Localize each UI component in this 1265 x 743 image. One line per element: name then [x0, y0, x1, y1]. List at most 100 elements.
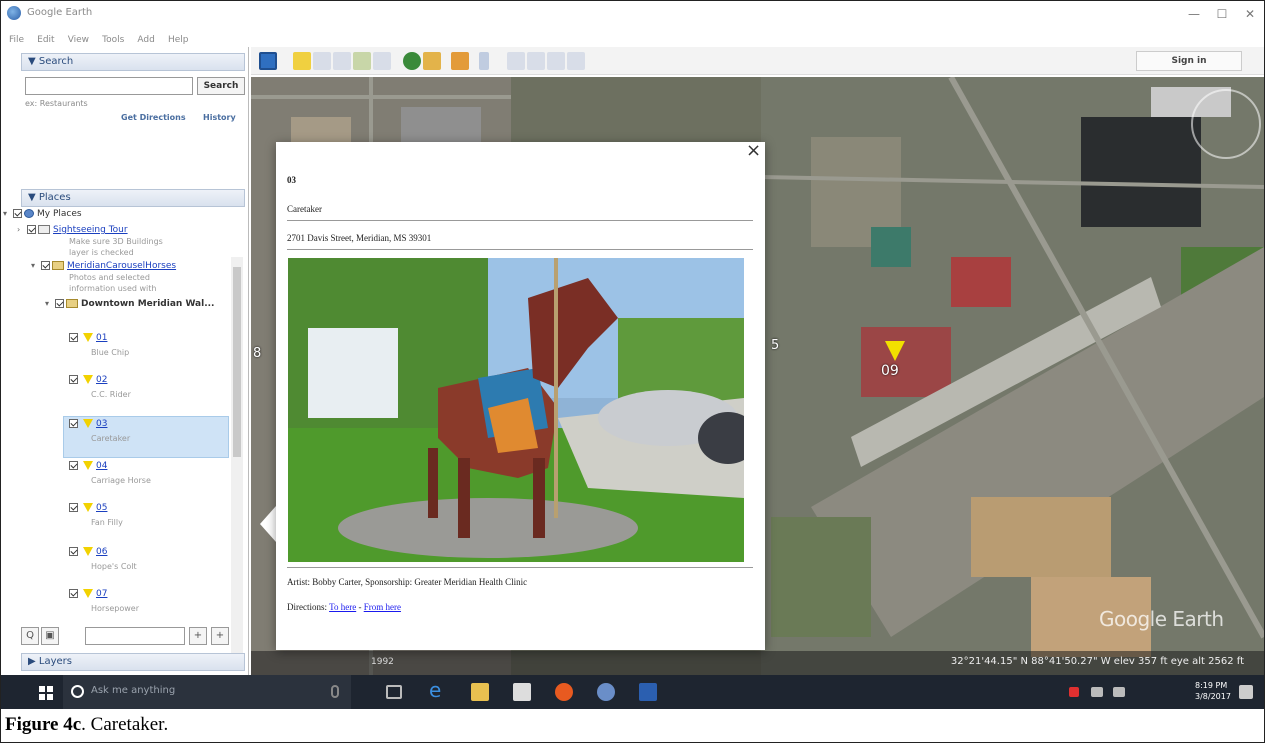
microphone-icon[interactable] [331, 685, 339, 698]
email-icon[interactable] [507, 52, 525, 70]
menu-file[interactable]: File [9, 35, 24, 45]
place-item-06[interactable]: 06 [69, 547, 107, 557]
tree-sightseeing-tour[interactable]: › Sightseeing Tour [17, 225, 128, 235]
place-item-01[interactable]: 01 [69, 333, 107, 343]
google-earth-watermark: Google Earth [1099, 607, 1224, 631]
directions-separator: - [356, 602, 364, 612]
map-label-mid: 5 [771, 338, 780, 353]
place-item-05-name: Fan Filly [91, 518, 123, 527]
view-in-maps-icon[interactable] [567, 52, 585, 70]
places-filter-input[interactable] [85, 627, 185, 645]
network-icon[interactable] [1091, 687, 1103, 697]
place-item-07[interactable]: 07 [69, 589, 107, 599]
map-label-left: 8 [253, 346, 262, 361]
google-earth-logo-icon [7, 6, 21, 20]
word-icon[interactable] [639, 683, 657, 701]
place-item-05[interactable]: 05 [69, 503, 107, 513]
add-polygon-icon[interactable] [313, 52, 331, 70]
tree-meridian-carousel-horses[interactable]: ▾ MeridianCarouselHorses [31, 261, 176, 271]
search-places-icon[interactable]: Q [21, 627, 39, 645]
store-icon[interactable] [513, 683, 531, 701]
divider [287, 567, 753, 568]
history-link[interactable]: History [203, 113, 236, 122]
record-tour-icon[interactable] [373, 52, 391, 70]
sign-in-button[interactable]: Sign in [1136, 51, 1242, 71]
figure-text: . Caretaker. [81, 714, 169, 735]
action-center-icon[interactable] [1239, 685, 1253, 699]
sidebar: ▼ Search Search ex: Restaurants Get Dire… [1, 47, 249, 675]
place-item-03[interactable]: 03 [69, 419, 107, 429]
add-path-icon[interactable] [333, 52, 351, 70]
minimize-button[interactable]: — [1179, 5, 1209, 23]
historical-imagery-icon[interactable] [403, 52, 421, 70]
menu-edit[interactable]: Edit [37, 35, 54, 45]
placemark-pin-icon [83, 547, 93, 556]
places-scrollbar-thumb[interactable] [233, 267, 241, 457]
popup-pointer [260, 506, 276, 542]
navigation-compass[interactable] [1191, 89, 1261, 159]
tree-my-places[interactable]: ▾ My Places [3, 209, 82, 219]
menu-tools[interactable]: Tools [102, 35, 124, 45]
meridian-desc-line2: information used with [69, 284, 157, 293]
balloon-credits: Artist: Bobby Carter, Sponsorship: Great… [287, 577, 528, 587]
windows-start-icon[interactable] [39, 686, 53, 700]
place-item-02[interactable]: 02 [69, 375, 107, 385]
cortana-search[interactable]: Ask me anything [63, 675, 351, 709]
search-panel-header[interactable]: ▼ Search [21, 53, 245, 71]
figure-label: Figure 4c [5, 714, 82, 735]
places-panel-header[interactable]: ▼ Places [21, 189, 245, 207]
firefox-icon[interactable] [555, 683, 573, 701]
print-icon[interactable] [527, 52, 545, 70]
move-up-button[interactable]: + [189, 627, 207, 645]
volume-icon[interactable] [1113, 687, 1125, 697]
task-view-icon[interactable] [386, 685, 402, 699]
clock-time: 8:19 PM [1195, 681, 1228, 690]
horse-photo-illustration [288, 258, 744, 562]
close-icon[interactable]: × [746, 140, 761, 161]
system-clock[interactable]: 8:19 PM 3/8/2017 [1195, 680, 1231, 702]
imagery-date: 1992 [371, 657, 394, 667]
list-view-icon[interactable]: ▣ [41, 627, 59, 645]
save-image-icon[interactable] [547, 52, 565, 70]
menu-view[interactable]: View [68, 35, 89, 45]
placemark-pin-icon[interactable] [885, 341, 905, 361]
from-here-link[interactable]: From here [364, 602, 401, 612]
to-here-link[interactable]: To here [329, 602, 356, 612]
layers-panel-header[interactable]: ▶ Layers [21, 653, 245, 671]
place-item-04[interactable]: 04 [69, 461, 107, 471]
balloon-number: 03 [287, 175, 296, 185]
sightseeing-desc-line2: layer is checked [69, 248, 134, 257]
search-button[interactable]: Search [197, 77, 245, 95]
get-directions-link[interactable]: Get Directions [121, 113, 186, 122]
google-earth-taskbar-icon[interactable] [597, 683, 615, 701]
divider [287, 249, 753, 250]
notification-tray-icon[interactable] [1069, 687, 1079, 697]
edge-browser-icon[interactable]: e [429, 680, 447, 700]
balloon-directions: Directions: To here - From here [287, 602, 401, 612]
add-image-overlay-icon[interactable] [353, 52, 371, 70]
place-item-06-name: Hope's Colt [91, 562, 137, 571]
file-explorer-icon[interactable] [471, 683, 489, 701]
sunlight-icon[interactable] [423, 52, 441, 70]
sightseeing-desc-line1: Make sure 3D Buildings [69, 237, 163, 246]
menu-add[interactable]: Add [137, 35, 154, 45]
map-status-bar: 1992 32°21'44.15" N 88°41'50.27" W elev … [251, 651, 1264, 675]
placemark-label: 09 [881, 363, 899, 379]
tree-downtown-meridian[interactable]: ▾ Downtown Meridian Wal... [45, 299, 214, 309]
place-item-02-name: C.C. Rider [91, 390, 131, 399]
place-item-03-name: Caretaker [91, 434, 131, 443]
balloon-address: 2701 Davis Street, Meridian, MS 39301 [287, 233, 432, 243]
screenshot-frame: Google Earth — ☐ ✕ File Edit View Tools … [0, 0, 1265, 743]
add-placemark-icon[interactable] [293, 52, 311, 70]
ruler-icon[interactable] [479, 52, 489, 70]
switch-planet-icon[interactable] [451, 52, 469, 70]
move-down-button[interactable]: + [211, 627, 229, 645]
menu-help[interactable]: Help [168, 35, 189, 45]
sidebar-toggle-icon[interactable] [259, 52, 277, 70]
place-item-04-name: Carriage Horse [91, 476, 151, 485]
placemark-pin-icon [83, 503, 93, 512]
search-input[interactable] [25, 77, 193, 95]
close-button[interactable]: ✕ [1235, 5, 1264, 23]
maximize-button[interactable]: ☐ [1207, 5, 1237, 23]
windows-taskbar: Ask me anything e 8:19 PM 3/8/2017 [1, 675, 1264, 709]
